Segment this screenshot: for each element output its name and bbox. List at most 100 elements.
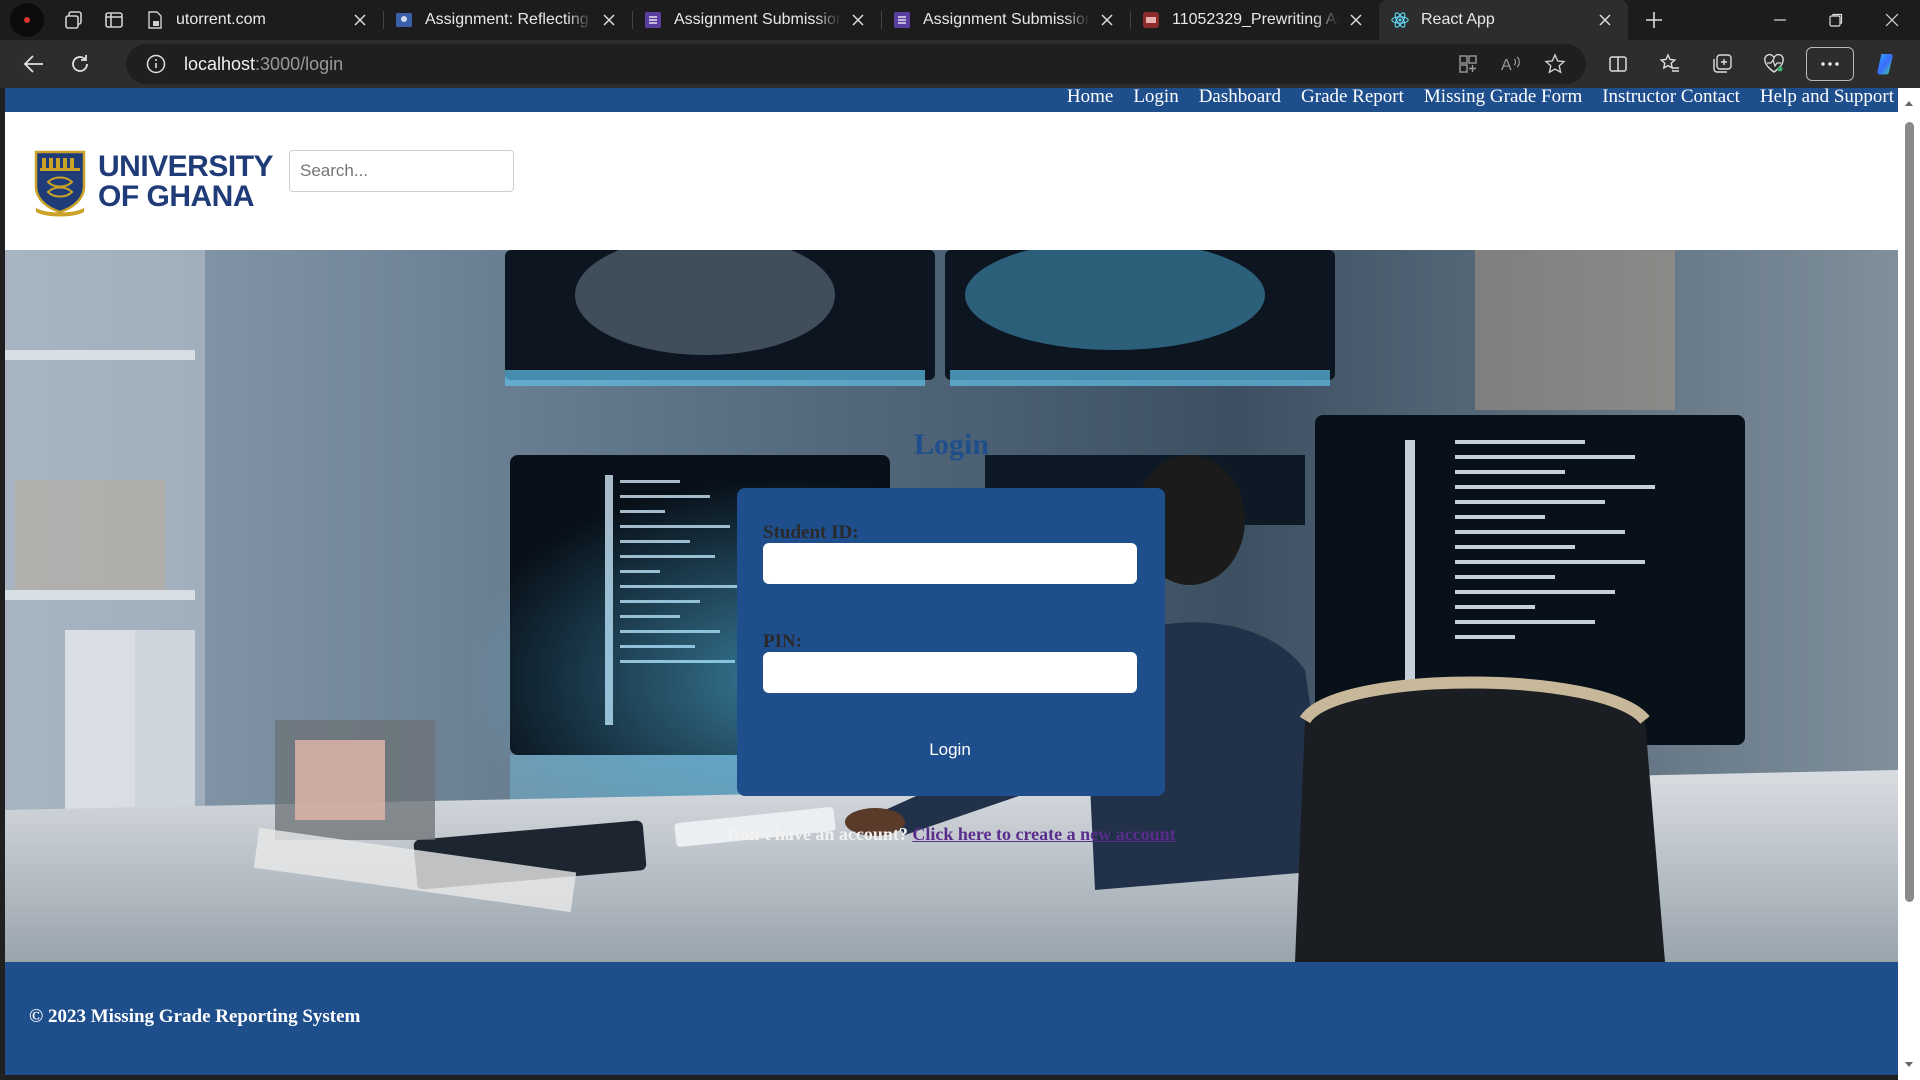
logo-line-2: OF GHANA bbox=[98, 180, 255, 213]
close-tab-icon[interactable] bbox=[598, 9, 620, 31]
browser-essentials-button[interactable] bbox=[1754, 44, 1794, 84]
address-bar-actions: A bbox=[1458, 44, 1566, 84]
signup-prompt: Don't have an account? Click here to cre… bbox=[5, 824, 1898, 845]
close-tab-icon[interactable] bbox=[1594, 9, 1616, 31]
browser-tab[interactable]: Assignment: Reflecting on bbox=[383, 0, 632, 40]
assignment-icon bbox=[395, 11, 413, 29]
svg-text:A: A bbox=[1501, 57, 1512, 74]
tab-title: Assignment Submission: bbox=[674, 11, 841, 28]
nav-link-missing-grade-form[interactable]: Missing Grade Form bbox=[1424, 88, 1582, 107]
close-icon bbox=[1885, 13, 1899, 27]
nav-link-home[interactable]: Home bbox=[1067, 88, 1113, 107]
footer-copyright: © 2023 Missing Grade Reporting System bbox=[29, 1006, 361, 1027]
nav-link-instructor-contact[interactable]: Instructor Contact bbox=[1602, 88, 1740, 107]
url-host: localhost bbox=[184, 53, 256, 74]
workspaces-icon bbox=[65, 11, 82, 29]
vertical-tabs-button[interactable] bbox=[94, 0, 134, 40]
nav-link-login[interactable]: Login bbox=[1133, 88, 1178, 107]
page-scrollbar[interactable] bbox=[1898, 88, 1920, 1080]
split-screen-button[interactable] bbox=[1598, 44, 1638, 84]
scroll-down-arrow-icon[interactable] bbox=[1904, 1060, 1914, 1070]
tab-strip: utorrent.com Assignment: Reflecting on A… bbox=[134, 0, 1628, 40]
login-button[interactable]: Login bbox=[763, 726, 1137, 774]
close-tab-icon[interactable] bbox=[847, 9, 869, 31]
nav-link-help-and-support[interactable]: Help and Support bbox=[1760, 88, 1894, 107]
window-controls bbox=[1752, 0, 1920, 40]
hero-section: Login Student ID: PIN: Login Don't have … bbox=[5, 250, 1898, 962]
browser-tab[interactable]: 11052329_Prewriting Acti bbox=[1130, 0, 1379, 40]
search-input[interactable] bbox=[289, 150, 514, 192]
close-tab-icon[interactable] bbox=[349, 9, 371, 31]
page-lock-icon bbox=[146, 11, 164, 29]
tab-actions-icon bbox=[105, 12, 123, 28]
list-icon bbox=[893, 11, 911, 29]
new-tab-button[interactable] bbox=[1634, 0, 1674, 40]
favorite-star-icon[interactable] bbox=[1544, 53, 1566, 75]
nav-link-grade-report[interactable]: Grade Report bbox=[1301, 88, 1404, 107]
tab-title: Assignment: Reflecting on bbox=[425, 11, 592, 28]
create-account-link[interactable]: Click here to create a new account bbox=[912, 824, 1175, 844]
site-header: UNIVERSITY OF GHANA bbox=[5, 112, 1898, 250]
student-id-label: Student ID: bbox=[763, 522, 859, 543]
tab-title: React App bbox=[1421, 11, 1495, 28]
refresh-button[interactable] bbox=[58, 42, 102, 86]
top-navigation: Home Login Dashboard Grade Report Missin… bbox=[5, 88, 1898, 112]
pin-input[interactable] bbox=[763, 652, 1137, 693]
student-id-input[interactable] bbox=[763, 543, 1137, 584]
collections-button[interactable] bbox=[1702, 44, 1742, 84]
heart-pulse-icon bbox=[1764, 53, 1784, 73]
site-info-icon[interactable] bbox=[146, 54, 166, 74]
signup-prompt-text: Don't have an account? bbox=[727, 824, 913, 844]
browser-tab-bar: utorrent.com Assignment: Reflecting on A… bbox=[0, 0, 1920, 40]
pdf-icon bbox=[1142, 11, 1160, 29]
favorites-icon bbox=[1659, 53, 1679, 72]
restore-button[interactable] bbox=[1808, 0, 1864, 40]
settings-more-button[interactable] bbox=[1806, 47, 1854, 81]
copilot-icon bbox=[1877, 54, 1893, 75]
university-crest-icon bbox=[34, 150, 86, 217]
back-arrow-icon bbox=[23, 55, 43, 73]
browser-tab[interactable]: utorrent.com bbox=[134, 0, 383, 40]
university-logo[interactable]: UNIVERSITY OF GHANA bbox=[32, 146, 274, 218]
toolbar-right bbox=[1598, 44, 1906, 84]
browser-toolbar: localhost:3000/login A bbox=[0, 40, 1920, 88]
close-tab-icon[interactable] bbox=[1096, 9, 1118, 31]
more-icon bbox=[1821, 62, 1839, 66]
back-button[interactable] bbox=[12, 42, 56, 86]
restore-icon bbox=[1829, 13, 1843, 27]
favorites-button[interactable] bbox=[1650, 44, 1690, 84]
copilot-button[interactable] bbox=[1866, 44, 1906, 84]
tab-title: 11052329_Prewriting Acti bbox=[1172, 11, 1339, 28]
browser-tab-active[interactable]: React App bbox=[1379, 0, 1628, 40]
browser-tab[interactable]: Assignment Submission: bbox=[632, 0, 881, 40]
nav-list: Home Login Dashboard Grade Report Missin… bbox=[1067, 88, 1894, 108]
refresh-icon bbox=[72, 55, 88, 72]
collections-icon bbox=[1713, 54, 1732, 73]
split-screen-icon bbox=[1609, 56, 1627, 72]
app-available-icon[interactable] bbox=[1458, 54, 1478, 74]
site-footer: © 2023 Missing Grade Reporting System bbox=[5, 962, 1898, 1075]
minimize-icon bbox=[1774, 19, 1786, 21]
university-name: UNIVERSITY OF GHANA bbox=[98, 150, 274, 213]
plus-icon bbox=[1646, 12, 1662, 28]
page-viewport: Home Login Dashboard Grade Report Missin… bbox=[5, 88, 1898, 1075]
logo-line-1: UNIVERSITY bbox=[98, 150, 274, 183]
react-icon bbox=[1391, 11, 1409, 29]
tab-title: Assignment Submission: bbox=[923, 11, 1090, 28]
url-text[interactable]: localhost:3000/login bbox=[184, 54, 343, 75]
close-tab-icon[interactable] bbox=[1345, 9, 1367, 31]
read-aloud-icon[interactable]: A bbox=[1500, 54, 1522, 74]
nav-link-dashboard[interactable]: Dashboard bbox=[1199, 88, 1281, 107]
workspaces-button[interactable] bbox=[54, 0, 94, 40]
browser-tab[interactable]: Assignment Submission: bbox=[881, 0, 1130, 40]
profile-button[interactable] bbox=[10, 3, 44, 37]
profile-avatar-icon bbox=[24, 17, 30, 23]
scroll-up-arrow-icon[interactable] bbox=[1904, 98, 1914, 108]
list-icon bbox=[644, 11, 662, 29]
scrollbar-thumb[interactable] bbox=[1905, 122, 1914, 902]
pin-label: PIN: bbox=[763, 631, 803, 652]
minimize-button[interactable] bbox=[1752, 0, 1808, 40]
address-bar[interactable]: localhost:3000/login A bbox=[126, 44, 1586, 84]
close-window-button[interactable] bbox=[1864, 0, 1920, 40]
login-heading: Login bbox=[913, 428, 990, 461]
